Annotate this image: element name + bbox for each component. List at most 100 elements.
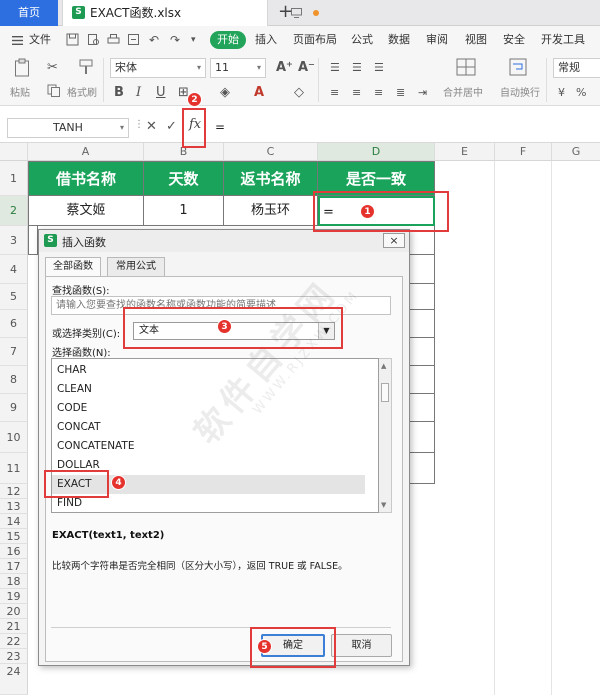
- scroll-up-icon[interactable]: ▲: [381, 362, 386, 370]
- paste-label[interactable]: 粘贴: [10, 84, 30, 99]
- select-all-corner[interactable]: [0, 143, 28, 161]
- row-header-3[interactable]: 3: [0, 226, 28, 255]
- row-header-1[interactable]: 1: [0, 161, 28, 196]
- tab-file[interactable]: S EXACT函数.xlsx: [62, 0, 319, 26]
- menu-formula[interactable]: 公式: [351, 26, 373, 54]
- cell-c1[interactable]: 返书名称: [224, 161, 318, 196]
- table-cell[interactable]: [410, 284, 435, 310]
- format-painter-icon[interactable]: [79, 59, 93, 75]
- row-header-19[interactable]: 19: [0, 589, 28, 604]
- scroll-down-icon[interactable]: ▼: [381, 501, 386, 509]
- export-icon[interactable]: [127, 33, 140, 46]
- menu-devtools[interactable]: 开发工具: [541, 26, 585, 54]
- row-header-8[interactable]: 8: [0, 366, 28, 394]
- row-header-18[interactable]: 18: [0, 574, 28, 589]
- merge-center-label[interactable]: 合并居中: [443, 84, 483, 99]
- italic-icon[interactable]: I: [136, 86, 141, 100]
- font-name-select[interactable]: 宋体 ▾: [110, 58, 206, 78]
- close-button[interactable]: ×: [383, 233, 405, 248]
- undo-icon[interactable]: ↶: [149, 33, 159, 47]
- col-header-c[interactable]: C: [224, 143, 318, 161]
- align-bottom-icon[interactable]: ☰: [374, 61, 384, 75]
- tab-home[interactable]: 首页: [0, 0, 58, 26]
- qa-more-icon[interactable]: ▾: [191, 33, 196, 47]
- copy-icon[interactable]: [47, 84, 61, 97]
- fill-color-icon[interactable]: ◈: [220, 86, 230, 100]
- menu-review[interactable]: 审阅: [426, 26, 448, 54]
- row-header-24[interactable]: 24: [0, 664, 28, 695]
- col-header-a[interactable]: A: [28, 143, 144, 161]
- increase-font-icon[interactable]: A⁺: [276, 61, 293, 75]
- row-header-5[interactable]: 5: [0, 284, 28, 310]
- print-icon[interactable]: [107, 33, 120, 46]
- align-top-icon[interactable]: ☰: [330, 61, 340, 75]
- row-header-6[interactable]: 6: [0, 310, 28, 338]
- cell-c2[interactable]: 杨玉环: [224, 196, 318, 226]
- formula-content[interactable]: =: [215, 120, 225, 134]
- currency-icon[interactable]: ¥: [558, 86, 565, 100]
- underline-icon[interactable]: U: [156, 86, 166, 100]
- menu-insert[interactable]: 插入: [255, 26, 277, 54]
- wrap-text-icon[interactable]: [508, 58, 528, 76]
- font-color-icon[interactable]: A: [254, 86, 264, 100]
- cell-a1[interactable]: 借书名称: [28, 161, 144, 196]
- table-cell[interactable]: [410, 338, 435, 366]
- table-cell[interactable]: [410, 366, 435, 394]
- menu-data[interactable]: 数据: [388, 26, 410, 54]
- percent-icon[interactable]: %: [576, 86, 586, 100]
- row-header-9[interactable]: 9: [0, 394, 28, 422]
- drag-handle-icon[interactable]: ⋮: [134, 118, 144, 132]
- row-header-7[interactable]: 7: [0, 338, 28, 366]
- merge-center-icon[interactable]: [456, 58, 476, 76]
- name-box[interactable]: TANH ▾: [7, 118, 129, 138]
- menu-security[interactable]: 安全: [503, 26, 525, 54]
- col-header-g[interactable]: G: [552, 143, 600, 161]
- scroll-thumb[interactable]: [381, 383, 389, 402]
- cancel-formula-icon[interactable]: ✕: [146, 120, 157, 134]
- decrease-font-icon[interactable]: A⁻: [298, 61, 315, 75]
- row-header-14[interactable]: 14: [0, 514, 28, 529]
- format-painter-label[interactable]: 格式刷: [67, 84, 97, 99]
- cut-icon[interactable]: ✂: [47, 61, 58, 75]
- paste-icon[interactable]: [14, 58, 32, 78]
- row-header-21[interactable]: 21: [0, 619, 28, 634]
- row-header-4[interactable]: 4: [0, 255, 28, 284]
- cell-b1[interactable]: 天数: [144, 161, 224, 196]
- bold-icon[interactable]: B: [114, 86, 124, 100]
- align-center-icon[interactable]: ≡: [352, 86, 361, 100]
- table-cell[interactable]: [410, 310, 435, 338]
- clear-format-icon[interactable]: ◇: [294, 86, 304, 100]
- row-header-23[interactable]: 23: [0, 649, 28, 664]
- function-item-code[interactable]: CODE: [52, 399, 365, 418]
- dialog-title-bar[interactable]: S 插入函数 ×: [39, 230, 409, 252]
- wrap-text-label[interactable]: 自动换行: [500, 84, 540, 99]
- menu-start[interactable]: 开始: [210, 31, 246, 49]
- align-middle-icon[interactable]: ☰: [352, 61, 362, 75]
- menu-view[interactable]: 视图: [465, 26, 487, 54]
- align-right-icon[interactable]: ≡: [374, 86, 383, 100]
- cancel-button[interactable]: 取消: [331, 634, 392, 657]
- row-header-15[interactable]: 15: [0, 529, 28, 544]
- table-cell[interactable]: [410, 422, 435, 453]
- function-item-concatenate[interactable]: CONCATENATE: [52, 437, 365, 456]
- row-header-22[interactable]: 22: [0, 634, 28, 649]
- distributed-align-icon[interactable]: ≣: [396, 86, 405, 100]
- number-format-select[interactable]: 常规: [553, 58, 600, 78]
- cell-b2[interactable]: 1: [144, 196, 224, 226]
- cell-a2[interactable]: 蔡文姬: [28, 196, 144, 226]
- row-header-12[interactable]: 12: [0, 484, 28, 499]
- function-item-clean[interactable]: CLEAN: [52, 380, 365, 399]
- menu-page-layout[interactable]: 页面布局: [293, 26, 337, 54]
- row-header-11[interactable]: 11: [0, 453, 28, 484]
- redo-icon[interactable]: ↷: [170, 33, 180, 47]
- table-cell[interactable]: [28, 226, 38, 255]
- indent-icon[interactable]: ⇥: [418, 86, 427, 100]
- col-header-e[interactable]: E: [435, 143, 495, 161]
- align-left-icon[interactable]: ≡: [330, 86, 339, 100]
- confirm-formula-icon[interactable]: ✓: [166, 120, 177, 134]
- row-header-2[interactable]: 2: [0, 196, 28, 226]
- table-cell[interactable]: [410, 255, 435, 284]
- function-list-scrollbar[interactable]: ▲ ▼: [379, 358, 392, 513]
- row-header-20[interactable]: 20: [0, 604, 28, 619]
- tab-common-formulas[interactable]: 常用公式: [107, 257, 165, 276]
